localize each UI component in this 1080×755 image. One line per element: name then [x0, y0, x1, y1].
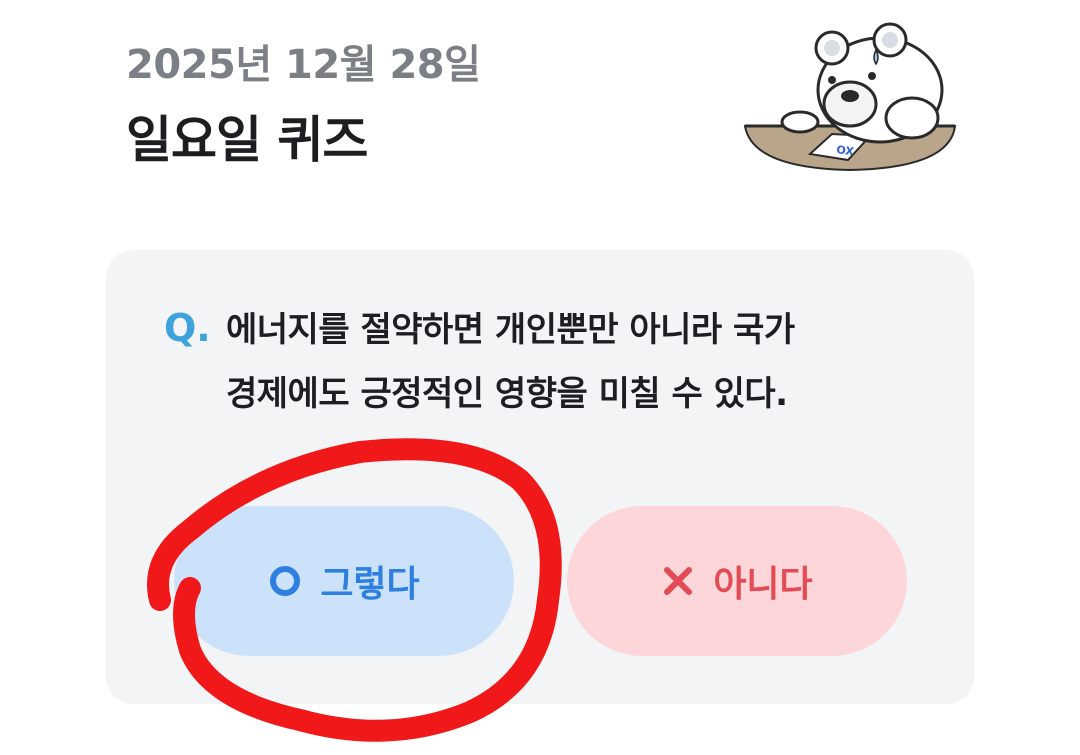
x-mark-icon [661, 564, 695, 598]
question-text: 에너지를 절약하면 개인뿐만 아니라 국가 경제에도 긍정적인 영향을 미칠 수… [226, 298, 926, 426]
question-line-1: 에너지를 절약하면 개인뿐만 아니라 국가 [226, 310, 795, 350]
question-marker: Q. [164, 306, 211, 350]
quiz-card: Q. 에너지를 절약하면 개인뿐만 아니라 국가 경제에도 긍정적인 영향을 미… [106, 250, 974, 704]
answer-yes-button[interactable]: 그렇다 [174, 506, 514, 656]
answer-no-label: 아니다 [713, 564, 813, 605]
answer-no-button[interactable]: 아니다 [567, 506, 907, 656]
answer-yes-label: 그렇다 [320, 564, 420, 605]
page-title: 일요일 퀴즈 [126, 111, 368, 169]
quiz-date: 2025년 12월 28일 [126, 42, 481, 88]
ox-sheet-label: OX [836, 143, 856, 158]
circle-o-icon [268, 564, 302, 598]
bear-mascot-icon: OX [743, 22, 957, 172]
question-line-2: 경제에도 긍정적인 영향을 미칠 수 있다. [226, 374, 788, 414]
